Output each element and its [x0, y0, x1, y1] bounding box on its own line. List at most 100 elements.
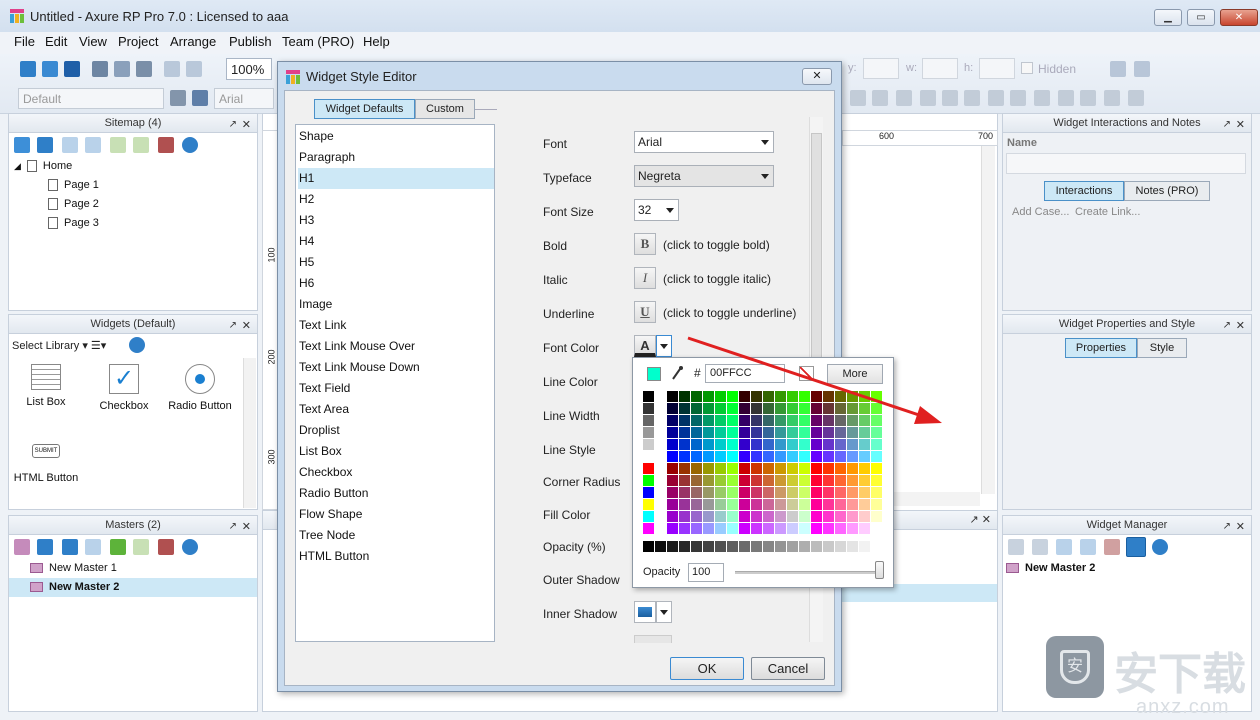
palette-swatch[interactable] — [643, 499, 654, 510]
palette-swatch[interactable] — [739, 439, 750, 450]
grayscale-swatch[interactable] — [823, 541, 834, 552]
palette-swatch[interactable] — [643, 487, 654, 498]
palette-swatch[interactable] — [763, 487, 774, 498]
opacity-input[interactable]: 100 — [688, 563, 724, 582]
palette-swatch[interactable] — [811, 439, 822, 450]
palette-swatch[interactable] — [703, 451, 714, 462]
palette-swatch[interactable] — [751, 523, 762, 534]
widget-html-button[interactable]: SUBMIT HTML Button — [12, 444, 80, 484]
palette-swatch[interactable] — [775, 451, 786, 462]
palette-swatch[interactable] — [643, 511, 654, 522]
cancel-button[interactable]: Cancel — [751, 657, 825, 680]
palette-swatch[interactable] — [727, 523, 738, 534]
palette-swatch[interactable] — [859, 499, 870, 510]
add-folder-icon[interactable] — [37, 137, 53, 153]
palette-swatch[interactable] — [823, 523, 834, 534]
style-item[interactable]: Flow Shape — [298, 504, 494, 525]
palette-swatch[interactable] — [847, 475, 858, 486]
pin-icon[interactable]: ↗ — [229, 518, 237, 536]
style-item[interactable]: H2 — [298, 189, 494, 210]
move-down-icon[interactable] — [1080, 539, 1096, 555]
unlock-icon[interactable] — [1128, 90, 1144, 106]
palette-swatch[interactable] — [859, 451, 870, 462]
palette-swatch[interactable] — [811, 475, 822, 486]
palette-swatch[interactable] — [787, 463, 798, 474]
palette-swatch[interactable] — [811, 487, 822, 498]
search-icon[interactable] — [182, 137, 198, 153]
name-input[interactable] — [1006, 153, 1246, 174]
menu-edit[interactable]: Edit — [45, 34, 67, 49]
palette-swatch[interactable] — [715, 463, 726, 474]
style-editor-icon[interactable] — [170, 90, 186, 106]
palette-swatch[interactable] — [859, 463, 870, 474]
style-item[interactable]: HTML Button — [298, 546, 494, 567]
search-icon[interactable] — [129, 337, 145, 353]
palette-swatch[interactable] — [703, 439, 714, 450]
palette-swatch[interactable] — [703, 523, 714, 534]
maximize-button[interactable]: ▭ — [1187, 9, 1215, 26]
filter-icon[interactable] — [1126, 537, 1146, 557]
palette-swatch[interactable] — [751, 487, 762, 498]
palette-swatch[interactable] — [667, 427, 678, 438]
sitemap-item-page1[interactable]: Page 1 — [48, 179, 99, 192]
tab-widget-defaults[interactable]: Widget Defaults — [314, 99, 415, 119]
palette-swatch[interactable] — [679, 475, 690, 486]
palette-swatch[interactable] — [691, 523, 702, 534]
palette-swatch[interactable] — [679, 451, 690, 462]
palette-swatch[interactable] — [871, 451, 882, 462]
palette-swatch[interactable] — [739, 523, 750, 534]
palette-swatch[interactable] — [859, 475, 870, 486]
palette-swatch[interactable] — [859, 511, 870, 522]
palette-swatch[interactable] — [859, 523, 870, 534]
font-color-button[interactable]: A — [634, 335, 656, 357]
indent-icon[interactable] — [110, 137, 126, 153]
font-color-dropdown[interactable] — [656, 335, 672, 357]
palette-swatch[interactable] — [667, 487, 678, 498]
palette-swatch[interactable] — [823, 487, 834, 498]
delete-icon[interactable] — [1104, 539, 1120, 555]
palette-swatch[interactable] — [703, 463, 714, 474]
outdent-icon[interactable] — [133, 137, 149, 153]
palette-swatch[interactable] — [643, 439, 654, 450]
dialog-close-button[interactable]: ✕ — [802, 68, 832, 85]
style-item[interactable]: Image — [298, 294, 494, 315]
palette-swatch[interactable] — [775, 523, 786, 534]
palette-swatch[interactable] — [811, 511, 822, 522]
palette-swatch[interactable] — [643, 523, 654, 534]
palette-swatch[interactable] — [787, 487, 798, 498]
grayscale-swatch[interactable] — [643, 541, 654, 552]
close-icon[interactable]: ✕ — [1236, 317, 1245, 335]
group-icon[interactable] — [872, 90, 888, 106]
palette-swatch[interactable] — [871, 475, 882, 486]
style-item[interactable]: Text Link — [298, 315, 494, 336]
palette-swatch[interactable] — [835, 475, 846, 486]
palette-swatch[interactable] — [787, 523, 798, 534]
palette-swatch[interactable] — [763, 523, 774, 534]
palette-swatch[interactable] — [823, 439, 834, 450]
font-size-dropdown[interactable]: 32 — [634, 199, 679, 221]
palette-swatch[interactable] — [775, 475, 786, 486]
add-case-link[interactable]: Add Case... — [1012, 206, 1069, 218]
palette-swatch[interactable] — [859, 439, 870, 450]
palette-swatch[interactable] — [799, 523, 810, 534]
sitemap-item-page2[interactable]: Page 2 — [48, 198, 99, 211]
redo-icon[interactable] — [186, 61, 202, 77]
menu-view[interactable]: View — [79, 34, 107, 49]
palette-swatch[interactable] — [691, 451, 702, 462]
palette-swatch[interactable] — [727, 451, 738, 462]
sitemap-item-page3[interactable]: Page 3 — [48, 217, 99, 230]
palette-swatch[interactable] — [751, 463, 762, 474]
align-middle-icon[interactable] — [942, 90, 958, 106]
next-property-button[interactable] — [634, 635, 672, 643]
palette-swatch[interactable] — [847, 511, 858, 522]
palette-swatch[interactable] — [667, 403, 678, 414]
palette-swatch[interactable] — [751, 511, 762, 522]
palette-swatch[interactable] — [871, 511, 882, 522]
palette-swatch[interactable] — [715, 475, 726, 486]
palette-swatch[interactable] — [847, 499, 858, 510]
style-item[interactable]: Text Area — [298, 399, 494, 420]
widgets-scrollbar[interactable] — [243, 358, 256, 508]
style-item[interactable]: H6 — [298, 273, 494, 294]
grayscale-swatch[interactable] — [835, 541, 846, 552]
palette-swatch[interactable] — [799, 511, 810, 522]
